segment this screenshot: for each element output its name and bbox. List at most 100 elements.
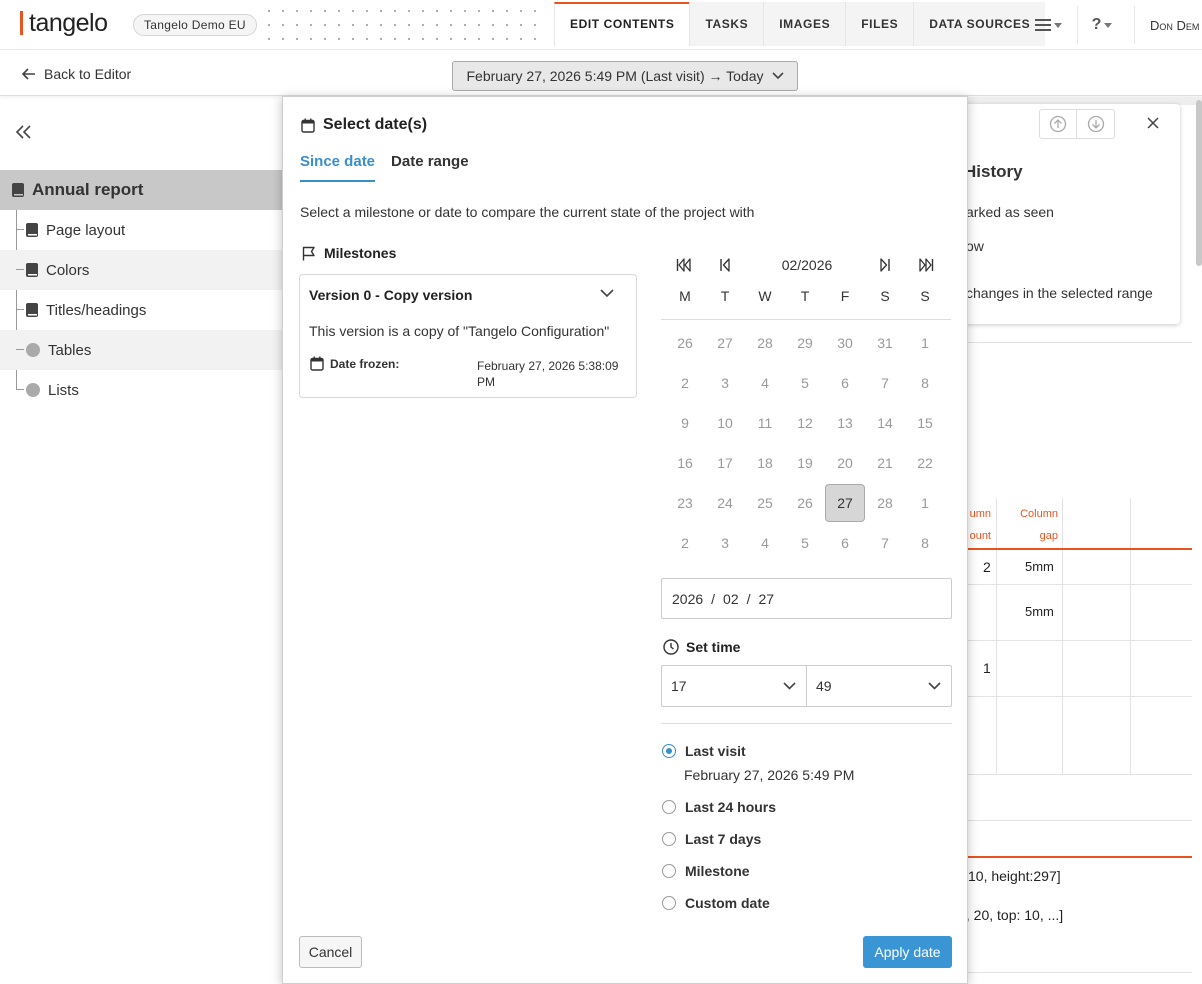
nav-tab-edit-contents[interactable]: EDIT CONTENTS bbox=[554, 2, 690, 46]
milestone-expand-button[interactable] bbox=[600, 289, 614, 298]
calendar-day[interactable]: 28 bbox=[745, 323, 785, 363]
hour-select[interactable]: 17 bbox=[661, 665, 807, 707]
previous-month-button[interactable] bbox=[714, 255, 736, 275]
radio[interactable] bbox=[662, 864, 676, 878]
minute-select[interactable]: 49 bbox=[806, 665, 952, 707]
nav-tab-files[interactable]: FILES bbox=[845, 2, 914, 46]
date-month[interactable]: 02 bbox=[723, 591, 739, 607]
calendar-day[interactable]: 18 bbox=[745, 443, 785, 483]
tree-item-lists[interactable]: Lists bbox=[0, 370, 282, 410]
tree-item-tables[interactable]: Tables bbox=[0, 330, 282, 370]
close-history-button[interactable] bbox=[1142, 112, 1164, 134]
calendar-day[interactable]: 23 bbox=[665, 483, 705, 523]
previous-year-button[interactable] bbox=[673, 255, 695, 275]
date-range-dropdown[interactable]: February 27, 2026 5:49 PM (Last visit) →… bbox=[452, 61, 798, 91]
calendar-day[interactable]: 16 bbox=[665, 443, 705, 483]
radio-selected[interactable] bbox=[662, 744, 676, 758]
calendar-day-number: 4 bbox=[761, 375, 769, 391]
back-to-editor-button[interactable]: Back to Editor bbox=[22, 66, 131, 82]
tree-item-titles-headings[interactable]: Titles/headings bbox=[0, 290, 282, 330]
calendar-day[interactable]: 25 bbox=[745, 483, 785, 523]
next-change-button[interactable] bbox=[1077, 109, 1115, 139]
tab-date-range[interactable]: Date range bbox=[391, 153, 469, 182]
calendar-day[interactable]: 21 bbox=[865, 443, 905, 483]
milestone-card[interactable]: Version 0 - Copy version This version is… bbox=[299, 274, 637, 398]
date-year[interactable]: 2026 bbox=[672, 591, 703, 607]
calendar-day[interactable]: 1 bbox=[905, 483, 945, 523]
option-last-visit[interactable]: Last visit bbox=[662, 743, 746, 759]
date-input[interactable]: 2026 / 02 / 27 bbox=[661, 578, 952, 619]
calendar-day-number: 3 bbox=[721, 535, 729, 551]
option-milestone[interactable]: Milestone bbox=[662, 863, 750, 879]
calendar-day[interactable]: 2 bbox=[665, 523, 705, 563]
calendar-day[interactable]: 11 bbox=[745, 403, 785, 443]
calendar-day[interactable]: 22 bbox=[905, 443, 945, 483]
previous-change-button[interactable] bbox=[1039, 109, 1077, 139]
calendar-day-number: 18 bbox=[757, 455, 773, 471]
table-col-line bbox=[996, 498, 997, 774]
calendar-day[interactable]: 30 bbox=[825, 323, 865, 363]
calendar-day[interactable]: 7 bbox=[865, 363, 905, 403]
option-last-7-days[interactable]: Last 7 days bbox=[662, 831, 761, 847]
calendar-day[interactable]: 15 bbox=[905, 403, 945, 443]
tab-since-date[interactable]: Since date bbox=[300, 153, 376, 182]
calendar-day[interactable]: 2 bbox=[665, 363, 705, 403]
calendar-day[interactable]: 31 bbox=[865, 323, 905, 363]
tree-item-colors[interactable]: Colors bbox=[0, 250, 282, 290]
calendar-day[interactable]: 9 bbox=[665, 403, 705, 443]
nav-tab-data-sources[interactable]: DATA SOURCES bbox=[913, 2, 1046, 46]
radio[interactable] bbox=[662, 896, 676, 910]
chevron-down-icon bbox=[600, 289, 614, 298]
weekday-label: T bbox=[800, 288, 810, 304]
help-menu-button[interactable]: ? bbox=[1082, 12, 1122, 38]
radio[interactable] bbox=[662, 832, 676, 846]
calendar-day[interactable]: 3 bbox=[705, 363, 745, 403]
user-menu[interactable]: Don Dem bbox=[1150, 18, 1199, 33]
calendar-day[interactable]: 12 bbox=[785, 403, 825, 443]
calendar-day[interactable]: 6 bbox=[825, 363, 865, 403]
calendar-day[interactable]: 24 bbox=[705, 483, 745, 523]
book-icon bbox=[26, 223, 38, 237]
next-month-button[interactable] bbox=[874, 255, 896, 275]
calendar-day-selected[interactable]: 27 bbox=[825, 483, 865, 523]
calendar-day[interactable]: 4 bbox=[745, 523, 785, 563]
calendar-day[interactable]: 4 bbox=[745, 363, 785, 403]
calendar-day[interactable]: 10 bbox=[705, 403, 745, 443]
tree-root-annual-report[interactable]: Annual report bbox=[0, 170, 282, 210]
calendar-day[interactable]: 6 bbox=[825, 523, 865, 563]
tangelo-logo[interactable]: tangelo bbox=[20, 10, 108, 36]
calendar-day[interactable]: 1 bbox=[905, 323, 945, 363]
hamburger-menu-button[interactable] bbox=[1028, 12, 1068, 38]
scrollbar[interactable] bbox=[1196, 100, 1202, 266]
calendar-day[interactable]: 29 bbox=[785, 323, 825, 363]
calendar-day[interactable]: 5 bbox=[785, 523, 825, 563]
calendar-day[interactable]: 7 bbox=[865, 523, 905, 563]
table-row-line bbox=[940, 972, 1192, 973]
org-badge[interactable]: Tangelo Demo EU bbox=[133, 14, 257, 36]
calendar-day[interactable]: 20 bbox=[825, 443, 865, 483]
next-year-button[interactable] bbox=[915, 255, 937, 275]
collapse-sidebar-button[interactable] bbox=[14, 124, 32, 140]
calendar-day[interactable]: 14 bbox=[865, 403, 905, 443]
tree-item-page-layout[interactable]: Page layout bbox=[0, 210, 282, 250]
option-last-24-hours[interactable]: Last 24 hours bbox=[662, 799, 776, 815]
calendar-day[interactable]: 8 bbox=[905, 523, 945, 563]
calendar-day[interactable]: 28 bbox=[865, 483, 905, 523]
nav-tab-images[interactable]: IMAGES bbox=[763, 2, 846, 46]
nav-tab-tasks[interactable]: TASKS bbox=[689, 2, 764, 46]
option-custom-date[interactable]: Custom date bbox=[662, 895, 770, 911]
cancel-button[interactable]: Cancel bbox=[299, 936, 362, 968]
calendar-day[interactable]: 26 bbox=[785, 483, 825, 523]
calendar-day[interactable]: 26 bbox=[665, 323, 705, 363]
radio[interactable] bbox=[662, 800, 676, 814]
weekday-label: M bbox=[679, 288, 691, 304]
apply-date-button[interactable]: Apply date bbox=[863, 936, 952, 968]
date-day[interactable]: 27 bbox=[759, 591, 775, 607]
calendar-day[interactable]: 5 bbox=[785, 363, 825, 403]
calendar-day[interactable]: 13 bbox=[825, 403, 865, 443]
calendar-day[interactable]: 27 bbox=[705, 323, 745, 363]
calendar-day[interactable]: 19 bbox=[785, 443, 825, 483]
calendar-day[interactable]: 17 bbox=[705, 443, 745, 483]
calendar-day[interactable]: 8 bbox=[905, 363, 945, 403]
calendar-day[interactable]: 3 bbox=[705, 523, 745, 563]
